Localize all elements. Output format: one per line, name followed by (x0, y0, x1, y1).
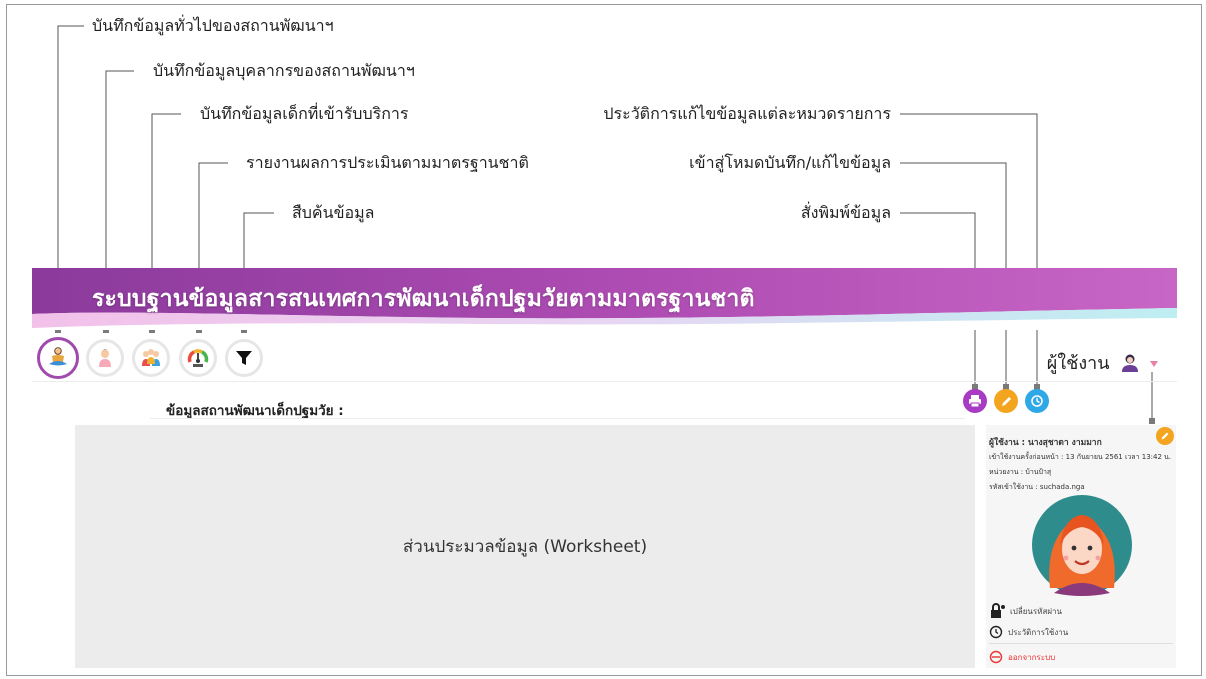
lock-icon (991, 603, 1005, 618)
pencil-icon (1001, 396, 1011, 406)
banner-title: ระบบฐานข้อมูลสารสนเทศการพัฒนาเด็กปฐมวัยต… (92, 286, 755, 312)
chevron-down-icon (1150, 361, 1158, 367)
change-password-label: เปลี่ยนรหัสผ่าน (1010, 606, 1062, 616)
callout-assessment-report: รายงานผลการประเมินตามมาตรฐานชาติ (246, 153, 529, 172)
search-button[interactable] (225, 339, 263, 377)
profile-last-login: เข้าใช้งานครั้งก่อนหน้า : 13 กันยายน 256… (989, 453, 1172, 461)
history-icon (989, 625, 1003, 639)
pencil-icon (1161, 432, 1169, 440)
personnel-icon (99, 349, 111, 367)
callout-print: สั่งพิมพ์ข้อมูล (800, 203, 891, 222)
logout-icon (989, 650, 1003, 664)
children-icon (142, 349, 160, 366)
filter-icon (236, 351, 252, 365)
user-menu[interactable]: ผู้ใช้งาน (1047, 348, 1158, 377)
print-button[interactable] (963, 389, 987, 413)
callout-search: สืบค้นข้อมูล (292, 203, 375, 222)
profile-edit-button[interactable] (1156, 427, 1174, 445)
edit-history-button[interactable] (1025, 389, 1049, 413)
user-label: ผู้ใช้งาน (1046, 353, 1110, 374)
meditation-icon (49, 347, 67, 366)
change-password-link[interactable]: เปลี่ยนรหัสผ่าน (989, 603, 1062, 619)
logout-link[interactable]: ออกจากระบบ (989, 650, 1055, 664)
profile-name: ผู้ใช้งาน : นางสุชาดา งามมาก (989, 438, 1102, 448)
callout-general-info: บันทึกข้อมูลทั่วไปของสถานพัฒนาฯ (92, 16, 334, 35)
worksheet-label: ส่วนประมวลข้อมูล (Worksheet) (402, 537, 648, 557)
history-icon (1031, 395, 1043, 407)
worksheet-area[interactable]: ส่วนประมวลข้อมูล (Worksheet) (75, 425, 975, 668)
printer-icon (969, 395, 981, 408)
profile-unit: หน่วยงาน : บ้านป้าสุ (989, 468, 1052, 476)
profile-login-id: รหัสเข้าใช้งาน : suchada.nga (989, 483, 1085, 491)
profile-panel: ผู้ใช้งาน : นางสุชาดา งามมาก เข้าใช้งานค… (986, 425, 1176, 668)
callout-edit-history: ประวัติการแก้ไขข้อมูลแต่ละหมวดรายการ (603, 104, 891, 123)
profile-avatar (1032, 495, 1132, 596)
callout-edit-mode: เข้าสู่โหมดบันทึก/แก้ไขข้อมูล (689, 153, 891, 172)
header-banner: ระบบฐานข้อมูลสารสนเทศการพัฒนาเด็กปฐมวัยต… (32, 268, 1177, 330)
profile-divider (989, 643, 1173, 644)
callout-personnel: บันทึกข้อมูลบุคลากรของสถานพัฒนาฯ (153, 61, 415, 80)
assessment-report-button[interactable] (179, 339, 217, 377)
general-info-button[interactable] (37, 337, 79, 379)
gauge-icon (187, 349, 209, 367)
callout-children: บันทึกข้อมูลเด็กที่เข้ารับบริการ (200, 104, 409, 123)
header-divider (32, 381, 1177, 382)
user-avatar-icon (1122, 354, 1139, 372)
children-button[interactable] (132, 339, 170, 377)
section-divider (150, 418, 965, 419)
usage-history-link[interactable]: ประวัติการใช้งาน (989, 625, 1068, 639)
logout-label: ออกจากระบบ (1008, 652, 1056, 662)
personnel-button[interactable] (86, 339, 124, 377)
usage-history-label: ประวัติการใช้งาน (1008, 627, 1069, 637)
edit-button[interactable] (994, 389, 1018, 413)
